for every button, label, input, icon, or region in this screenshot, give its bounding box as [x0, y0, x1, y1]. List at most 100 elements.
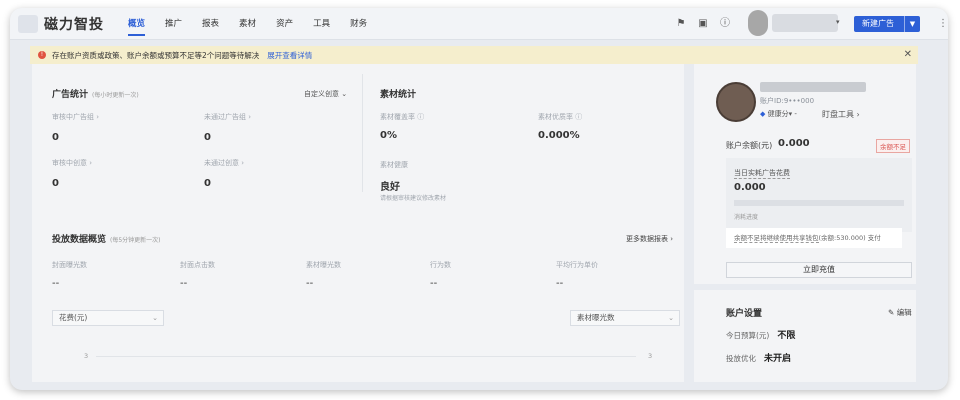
user-dropdown-chevron-icon[interactable]: ▾: [836, 18, 840, 26]
nav-tools[interactable]: 工具: [313, 8, 330, 40]
metric-actions-value: --: [430, 278, 438, 289]
setting-label: 今日预算(元): [726, 331, 770, 340]
logo-mark-icon: [18, 15, 38, 33]
stat-label-reviewing-creatives[interactable]: 审核中创意 ›: [52, 158, 92, 168]
edit-settings-text[interactable]: 编辑: [897, 308, 912, 317]
new-ad-dropdown-icon[interactable]: ▼: [904, 16, 920, 32]
ad-stats-title-text: 广告统计: [52, 90, 89, 100]
apps-grid-icon[interactable]: ⋮: [938, 18, 948, 29]
stat-label-reviewing-adgroups[interactable]: 审核中广告组 ›: [52, 112, 99, 122]
metric-material-impressions-label: 素材曝光数: [306, 261, 341, 269]
material-stats-title: 素材统计: [380, 90, 417, 100]
material-quality-label: 素材优质率 ⓘ: [538, 112, 582, 122]
shared-wallet-tooltip: 余额不足将继续使用共享钱包(余额:530.000) 支付: [726, 228, 902, 248]
material-quality-value: 0.000%: [538, 130, 580, 141]
chevron-down-icon: ⌄: [668, 314, 674, 322]
setting-row-budget: 今日预算(元) 不限: [726, 328, 795, 341]
nav-reports[interactable]: 报表: [202, 8, 219, 40]
monitor-tool-text[interactable]: 盯盘工具: [822, 110, 854, 119]
material-coverage-label: 素材覆盖率 ⓘ: [380, 112, 424, 122]
nav-finance[interactable]: 财务: [350, 8, 367, 40]
tooltip-text: 余额不足将继续使用共享钱包: [734, 234, 819, 243]
right-metric-select[interactable]: 素材曝光数 ⌄: [570, 310, 680, 326]
chevron-down-icon: ⌄: [152, 314, 158, 322]
left-metric-select[interactable]: 花费(元) ⌄: [52, 310, 164, 326]
top-navigation-bar: 磁力智投 概览 推广 报表 素材 资产 工具 财务 ⚑ ▣ ⓘ ▾ 新建广告 ▼…: [10, 8, 948, 40]
stat-label-text: 未通过创意: [204, 159, 239, 167]
stat-label-text: 审核中创意: [52, 159, 87, 167]
error-icon: !: [38, 51, 46, 59]
edit-settings-link[interactable]: ✎ 编辑: [888, 307, 912, 318]
custom-creative-dropdown[interactable]: 自定义创意 ⌄: [304, 89, 347, 99]
account-settings-title: 账户设置: [726, 309, 763, 319]
setting-value: 未开启: [764, 354, 792, 364]
material-coverage-text: 素材覆盖率: [380, 113, 415, 121]
delivery-subtitle: (每5分钟更新一次): [110, 237, 161, 244]
alert-close-icon[interactable]: ✕: [904, 46, 912, 64]
metric-avg-cost-value: --: [556, 278, 564, 289]
main-nav: 概览 推广 报表 素材 资产 工具 财务: [128, 8, 387, 40]
balance-value: 0.000: [778, 138, 810, 149]
nav-assets[interactable]: 资产: [276, 8, 293, 40]
material-health-hint: 请根据审核建议修改素材: [380, 195, 447, 202]
nav-materials[interactable]: 素材: [239, 8, 256, 40]
health-score-row: ◆ 健康分▾ -: [760, 110, 797, 118]
metric-cover-impressions-value: --: [52, 278, 60, 289]
alert-details-link[interactable]: 展开查看详情: [267, 50, 312, 61]
more-reports-text[interactable]: 更多数据报表: [626, 235, 668, 243]
material-coverage-value: 0%: [380, 130, 397, 141]
daily-spend-label: 当日实耗广告花费: [734, 169, 790, 179]
ad-stats-subtitle: (每小时更新一次): [92, 92, 139, 99]
stat-value-rejected-creatives: 0: [204, 178, 211, 189]
material-quality-text: 素材优质率: [538, 113, 573, 121]
consume-progress-label: 消耗进度: [734, 214, 759, 221]
balance-label: 账户余额(元): [726, 141, 773, 150]
nav-overview[interactable]: 概览: [128, 8, 146, 40]
metric-avg-cost-label: 平均行为单价: [556, 261, 598, 269]
delivery-title: 投放数据概览 (每5分钟更新一次): [52, 232, 161, 245]
user-name-blurred[interactable]: [772, 14, 838, 32]
pencil-icon: ✎: [888, 308, 895, 317]
nav-promotion[interactable]: 推广: [165, 8, 182, 40]
logo[interactable]: 磁力智投: [18, 14, 104, 34]
account-avatar: [716, 82, 756, 122]
notification-bell-icon[interactable]: ⚑: [674, 17, 688, 31]
setting-value: 不限: [777, 331, 796, 341]
consume-progress-bar: [734, 200, 904, 206]
monitor-tool-link[interactable]: 盯盘工具 ›: [822, 109, 860, 120]
account-id: 账户ID:9•••000: [760, 97, 815, 105]
delivery-title-text: 投放数据概览: [52, 235, 107, 245]
new-ad-label[interactable]: 新建广告: [854, 16, 904, 32]
info-icon[interactable]: ⓘ: [575, 113, 582, 121]
stat-value-reviewing-adgroups: 0: [52, 132, 59, 143]
logo-text: 磁力智投: [44, 17, 104, 33]
help-icon[interactable]: ⓘ: [718, 17, 732, 31]
daily-spend-value: 0.000: [734, 182, 766, 193]
stat-label-text: 审核中广告组: [52, 113, 94, 121]
material-health-label: 素材健康: [380, 161, 408, 169]
left-metric-select-value[interactable]: 花费(元): [59, 313, 87, 322]
right-axis-tick: 3: [648, 352, 653, 360]
right-metric-select-value[interactable]: 素材曝光数: [577, 313, 615, 322]
metric-actions-label: 行为数: [430, 261, 451, 269]
stat-label-rejected-adgroups[interactable]: 未通过广告组 ›: [204, 112, 251, 122]
stat-value-reviewing-creatives: 0: [52, 178, 59, 189]
user-avatar[interactable]: [748, 10, 768, 36]
new-ad-button[interactable]: 新建广告 ▼: [854, 16, 920, 32]
metric-material-impressions-value: --: [306, 278, 314, 289]
top-icon-group: ⚑ ▣ ⓘ: [674, 17, 740, 31]
left-axis-tick: 3: [84, 352, 89, 360]
recharge-button[interactable]: 立即充值: [726, 262, 912, 278]
metric-cover-impressions-label: 封面曝光数: [52, 261, 87, 269]
ad-stats-title: 广告统计 (每小时更新一次): [52, 87, 139, 100]
message-icon[interactable]: ▣: [696, 17, 710, 31]
alert-banner: ! 存在账户资质或政策、账户余额或预算不足等2个问题等待解决 展开查看详情 ✕: [30, 46, 918, 64]
more-reports-link[interactable]: 更多数据报表 ›: [626, 234, 673, 244]
metric-cover-clicks-label: 封面点击数: [180, 261, 215, 269]
custom-creative-label[interactable]: 自定义创意: [304, 90, 339, 98]
account-id-prefix: 账户ID:9: [760, 97, 789, 105]
info-icon[interactable]: ⓘ: [417, 113, 424, 121]
setting-row-optimization: 投放优化 未开启: [726, 351, 791, 364]
stat-label-rejected-creatives[interactable]: 未通过创意 ›: [204, 158, 244, 168]
tooltip-extra: (余额:530.000) 支付: [818, 234, 881, 242]
